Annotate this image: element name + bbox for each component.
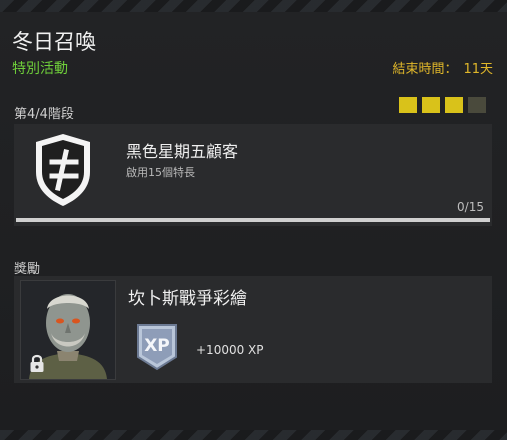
xp-reward-text: +10000 XP (196, 343, 264, 357)
top-stripe-border (0, 0, 507, 12)
stage-label: 第4/4階段 (14, 107, 74, 122)
challenge-name: 黑色星期五顧客 (126, 142, 239, 161)
stage-box-2 (422, 97, 440, 113)
xp-icon-text: XP (144, 336, 170, 356)
end-time: 結束時間： 11天 (392, 58, 493, 77)
stage-indicator (399, 97, 486, 113)
challenge-progress-text: 0/15 (457, 200, 484, 214)
stage-box-3 (445, 97, 463, 113)
reward-section-label: 獎勵 (14, 262, 41, 277)
lock-icon (30, 354, 44, 372)
challenge-card[interactable]: 黑色星期五顧客 啟用15個特長 0/15 (14, 124, 492, 226)
event-title: 冬日召喚 (12, 30, 96, 54)
challenge-description: 啟用15個特長 (126, 166, 195, 179)
end-time-label: 結束時間： (392, 62, 458, 77)
xp-icon: XP (137, 324, 177, 371)
reward-name: 坎卜斯戰爭彩繪 (128, 289, 247, 309)
event-subtitle: 特別活動 (12, 61, 68, 77)
bottom-stripe-border (0, 430, 507, 440)
hashtag-shield-icon (36, 134, 90, 206)
challenge-progress-bar (16, 218, 490, 222)
reward-card[interactable]: 坎卜斯戰爭彩繪 XP +10000 XP (14, 276, 492, 383)
end-time-value: 11天 (463, 62, 493, 77)
stage-box-4 (468, 97, 486, 113)
stage-box-1 (399, 97, 417, 113)
reward-portrait (20, 280, 116, 380)
